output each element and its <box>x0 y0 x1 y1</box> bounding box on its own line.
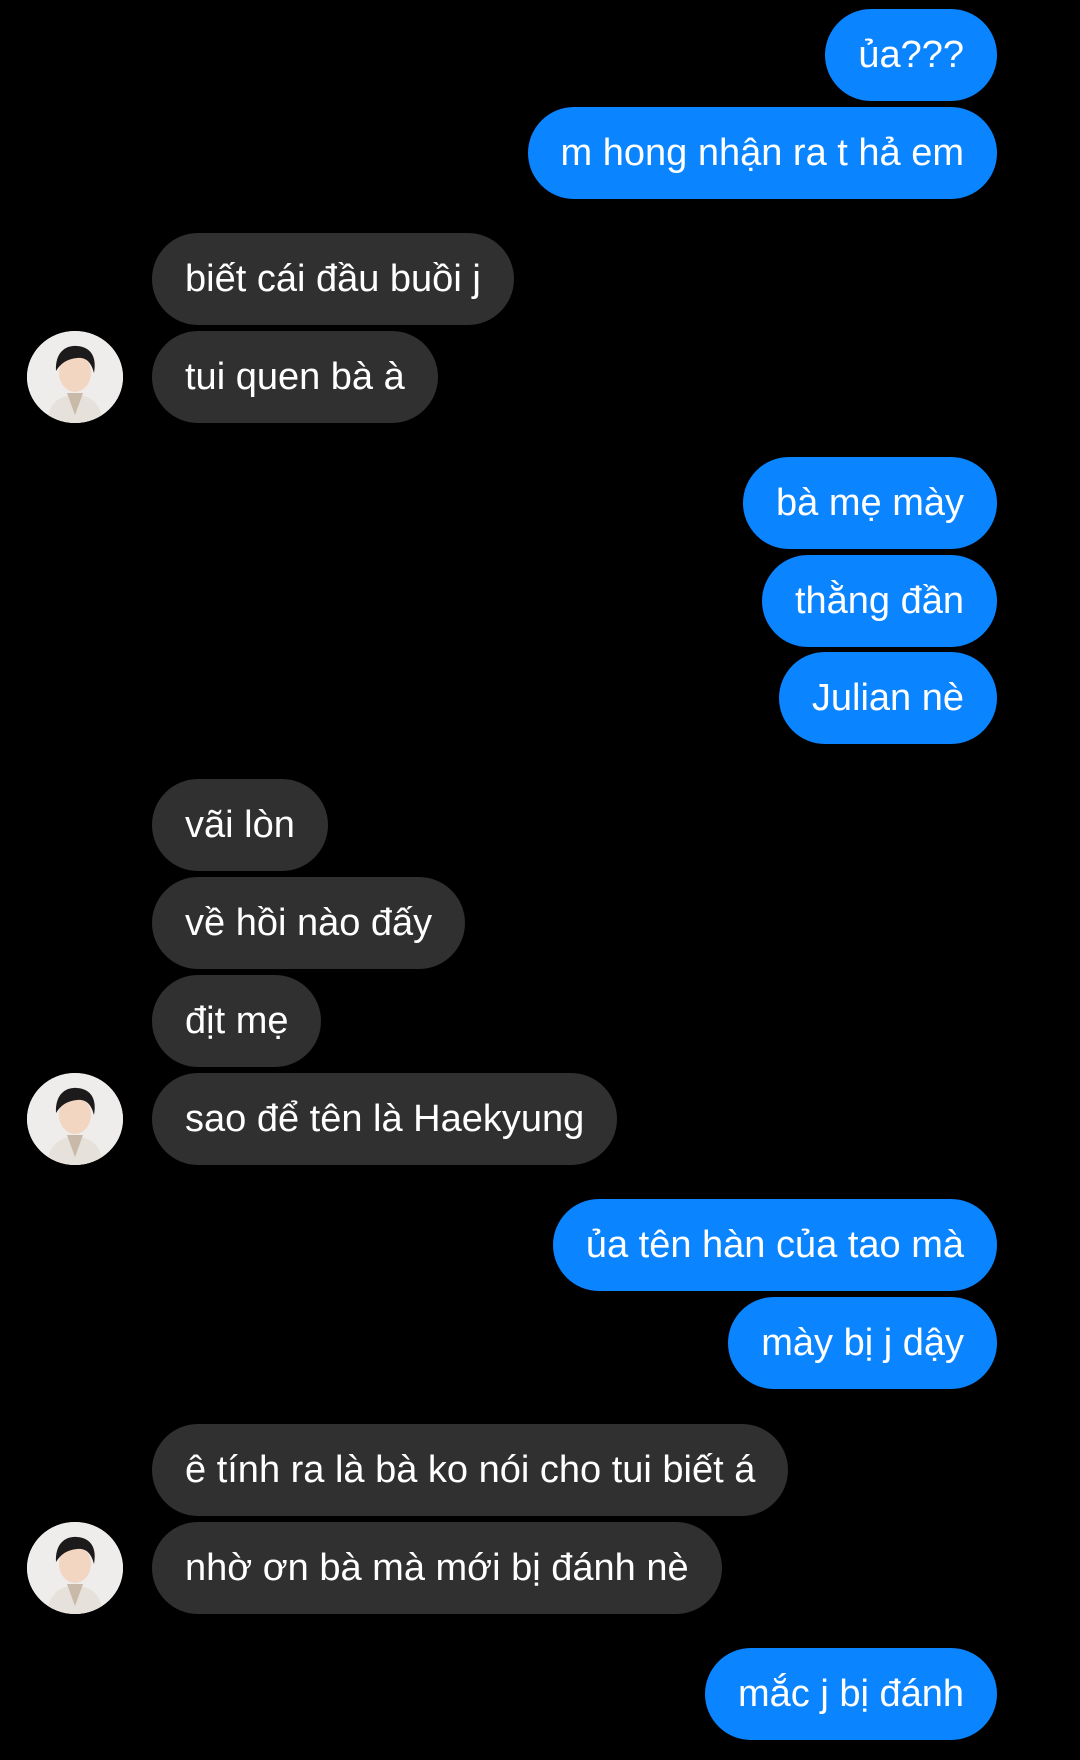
received-message-bubble[interactable]: sao để tên là Haekyung <box>152 1073 618 1165</box>
sent-message-bubble[interactable]: m hong nhận ra t hả em <box>527 107 997 199</box>
received-message-bubble[interactable]: địt mẹ <box>152 975 322 1067</box>
contact-avatar-icon-graphic <box>27 1522 123 1614</box>
contact-avatar-icon[interactable] <box>27 1073 123 1165</box>
received-message-bubble[interactable]: tui quen bà à <box>152 331 438 423</box>
sent-message-bubble[interactable]: ủa??? <box>825 9 997 101</box>
received-message-bubble[interactable]: biết cái đầu buồi j <box>152 233 514 325</box>
received-message-bubble[interactable]: nhờ ơn bà mà mới bị đánh nè <box>152 1522 722 1614</box>
sent-message-bubble[interactable]: mắc j bị đánh <box>704 1648 997 1740</box>
received-message-bubble[interactable]: vãi lòn <box>152 779 328 871</box>
received-message-bubble[interactable]: ê tính ra là bà ko nói cho tui biết á <box>152 1424 789 1516</box>
sent-message-bubble[interactable]: thằng đần <box>761 555 997 647</box>
sent-message-bubble[interactable]: ủa tên hàn của tao mà <box>552 1199 997 1291</box>
contact-avatar-icon-graphic <box>27 331 123 423</box>
received-message-bubble[interactable]: về hồi nào đấy <box>152 877 466 969</box>
contact-avatar-icon[interactable] <box>27 331 123 423</box>
sent-message-bubble[interactable]: mày bị j dậy <box>728 1297 997 1389</box>
contact-avatar-icon[interactable] <box>27 1522 123 1614</box>
contact-avatar-icon-graphic <box>27 1073 123 1165</box>
sent-message-bubble[interactable]: bà mẹ mày <box>743 457 997 549</box>
sent-message-bubble[interactable]: Julian nè <box>778 652 997 744</box>
